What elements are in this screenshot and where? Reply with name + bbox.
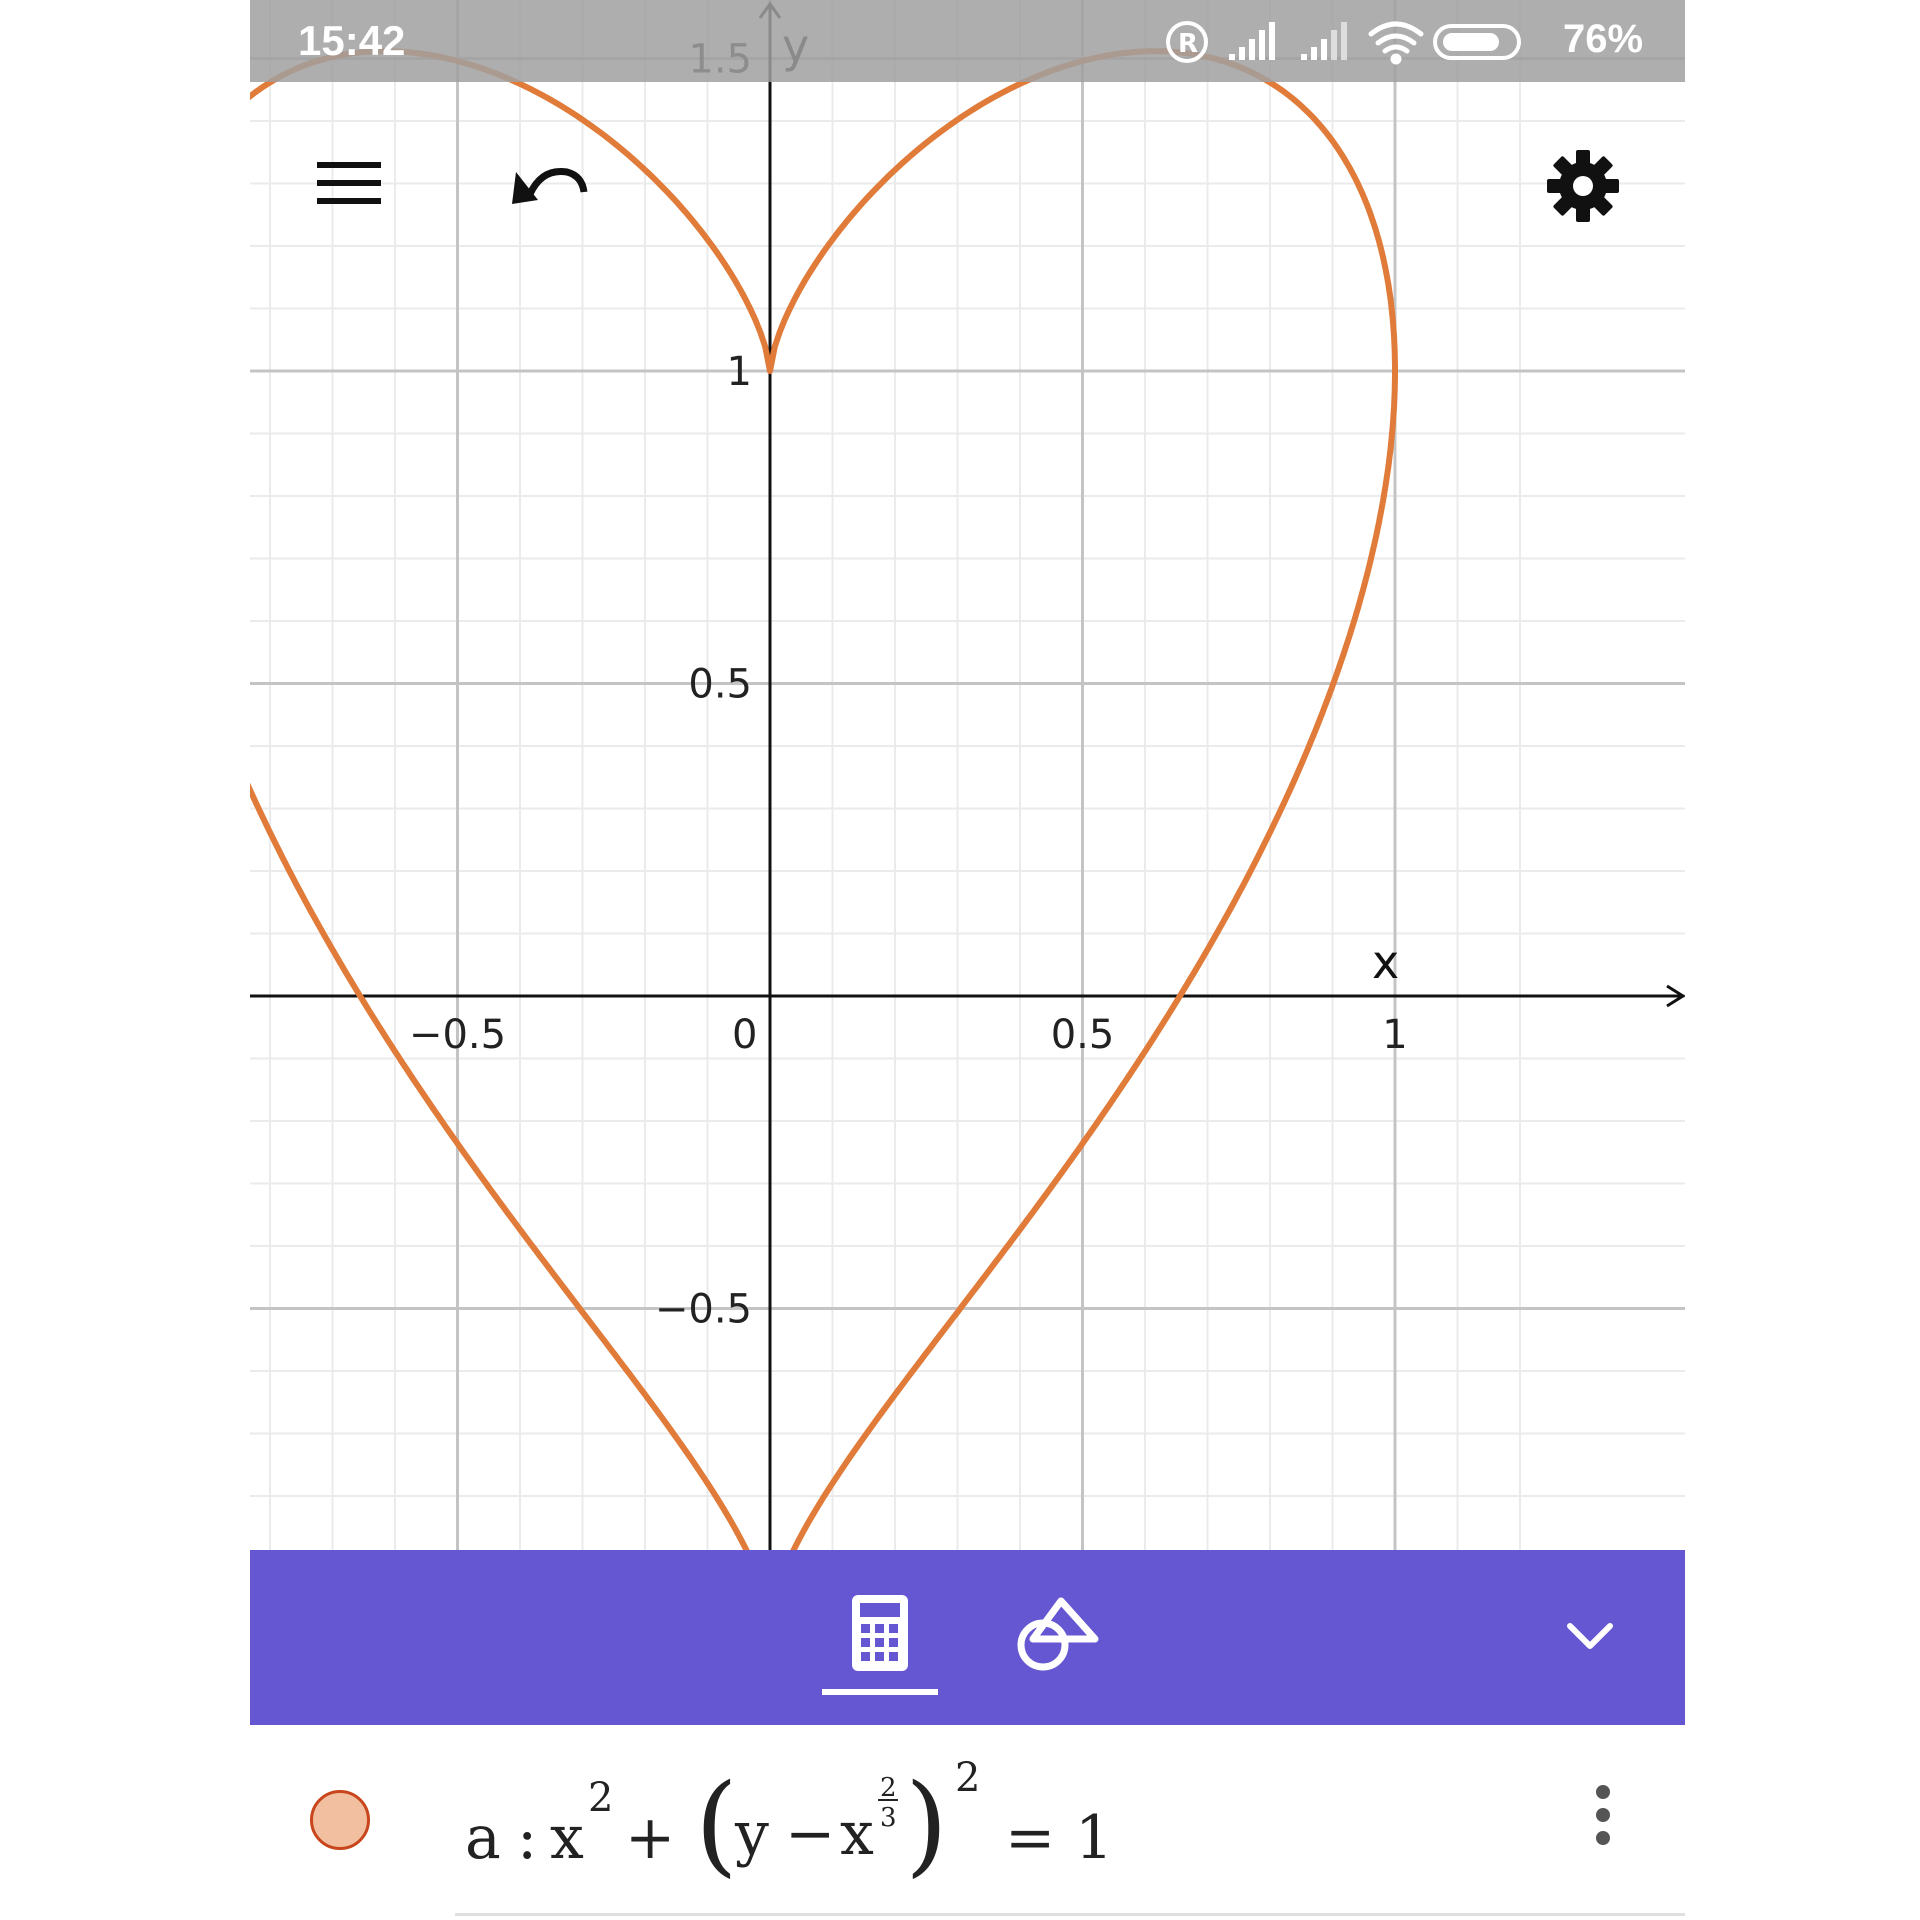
x-tick-label: 1 — [1382, 1012, 1407, 1058]
signal-weak-icon — [1301, 22, 1347, 60]
formula-exp-den: 3 — [880, 1803, 897, 1833]
gear-icon[interactable] — [1545, 148, 1621, 224]
formula-x2: x — [840, 1799, 874, 1869]
formula-x-exponent: 2 — [588, 1775, 614, 1821]
svg-text:R: R — [1178, 29, 1198, 59]
formula-minus: − — [785, 1799, 836, 1869]
battery-icon — [1433, 24, 1521, 60]
x-tick-label: 0 — [732, 1012, 757, 1058]
formula-equals: = — [1005, 1803, 1056, 1873]
chevron-down-icon[interactable] — [1565, 1620, 1615, 1654]
y-tick-label: 1 — [727, 349, 752, 395]
algebra-view: a : x 2 + ( y − x 2 3 ) 2 = 1 — [250, 1725, 1685, 1920]
visibility-toggle[interactable] — [310, 1790, 370, 1850]
y-tick-label: −0.5 — [655, 1287, 752, 1333]
x-tick-label: 0.5 — [1051, 1012, 1115, 1058]
formula-rhs: 1 — [1075, 1803, 1114, 1873]
x-axis-label: x — [1372, 935, 1399, 989]
formula-outer-exponent: 2 — [955, 1755, 981, 1801]
formula-rparen: ) — [905, 1760, 948, 1888]
shapes-icon — [1017, 1597, 1099, 1671]
tab-selected-indicator — [822, 1689, 938, 1695]
registered-icon: R — [1166, 21, 1208, 63]
battery-percent: 76% — [1563, 17, 1644, 61]
heart-curve[interactable] — [250, 48, 1398, 1550]
formula-x: x — [550, 1803, 584, 1873]
object-name: a — [465, 1803, 501, 1873]
grid-major — [250, 0, 1685, 1550]
x-tick-label: −0.5 — [409, 1012, 506, 1058]
menu-icon[interactable] — [315, 160, 385, 210]
calculator-icon — [852, 1595, 908, 1671]
tab-calculator[interactable] — [822, 1550, 938, 1725]
more-vert-icon[interactable] — [1588, 1785, 1618, 1865]
axes — [250, 1, 1685, 1550]
wifi-icon — [1368, 21, 1424, 65]
formula-colon: : — [517, 1803, 538, 1873]
formula-plus: + — [625, 1803, 676, 1873]
grid-minor — [250, 0, 1685, 1550]
formula-lparen: ( — [695, 1760, 738, 1888]
signal-icon — [1229, 22, 1275, 60]
graphing-view[interactable]: −1−0.500.511.510.5−0.5 x y — [250, 0, 1685, 1550]
status-time: 15:42 — [298, 17, 406, 64]
status-bar: 15:42 R 76% — [250, 0, 1685, 82]
app-screen: −1−0.500.511.510.5−0.5 x y 15:42 R — [250, 0, 1685, 1920]
y-tick-label: 0.5 — [688, 662, 752, 708]
tab-geometry[interactable] — [1015, 1550, 1135, 1725]
status-icons: R — [1166, 21, 1521, 65]
algebra-divider — [455, 1913, 1685, 1916]
formula-y: y — [735, 1799, 769, 1869]
bottom-bar — [250, 1550, 1685, 1725]
undo-icon[interactable] — [512, 160, 592, 210]
